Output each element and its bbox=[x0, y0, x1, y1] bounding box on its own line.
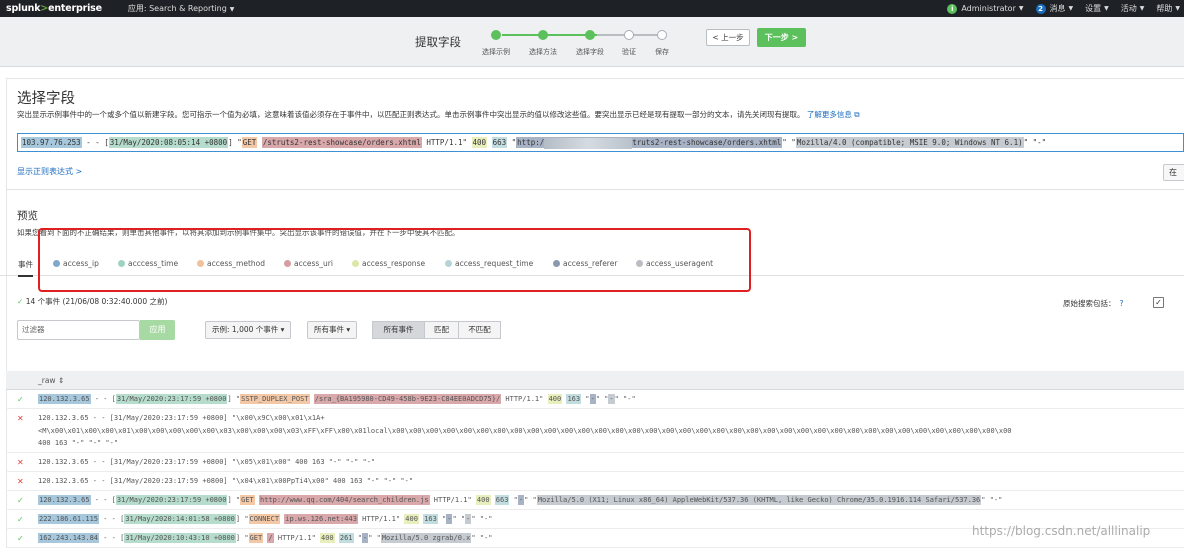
activity-menu[interactable]: 活动 ▼ bbox=[1121, 3, 1145, 14]
raw-search-checkbox[interactable]: ✓ bbox=[1153, 297, 1164, 308]
raw-column-header[interactable]: _raw ⇕ bbox=[6, 371, 1184, 390]
divider bbox=[6, 189, 1184, 190]
chevron-down-icon: ▼ bbox=[1175, 5, 1180, 12]
chevron-down-icon: ▼ bbox=[1018, 5, 1024, 12]
existing-fields-button[interactable]: 在 bbox=[1163, 164, 1184, 181]
raw-event-text: 120.132.3.65 - - [31/May/2020:23:17:59 +… bbox=[38, 495, 1003, 505]
chevron-down-icon: ▼ bbox=[1139, 5, 1145, 12]
chevron-down-icon: ▼ bbox=[1104, 5, 1109, 12]
previous-button[interactable]: < 上一步 bbox=[706, 29, 750, 46]
top-nav-bar: splunk>enterprise 应用: Search & Reporting… bbox=[0, 0, 1184, 17]
raw-event-text: 400 163 "-" "-" "-" bbox=[38, 439, 119, 447]
field-highlight-ip[interactable]: 103.97.76.253 bbox=[21, 137, 82, 148]
raw-event-text: 162.243.143.84 - - [31/May/2020:10:43:10… bbox=[38, 533, 493, 543]
event-count: ✓ 14 个事件 (21/06/08 0:32:40.000 之前) bbox=[17, 297, 168, 306]
annotation-red-box bbox=[38, 228, 751, 292]
wizard-title: 提取字段 bbox=[415, 35, 461, 49]
preview-title: 预览 bbox=[17, 210, 38, 222]
field-highlight-response[interactable]: 400 bbox=[471, 137, 488, 148]
field-highlight-request-time[interactable]: 663 bbox=[491, 137, 508, 148]
help-icon[interactable]: ? bbox=[1120, 299, 1124, 308]
tab-events[interactable]: 事件 bbox=[18, 259, 33, 277]
match-check-icon: ✓ bbox=[17, 496, 24, 505]
next-button[interactable]: 下一步 > bbox=[757, 28, 806, 47]
show-regex-link[interactable]: 显示正则表达式 > bbox=[17, 166, 82, 177]
learn-more-link[interactable]: 了解更多信息 bbox=[807, 110, 852, 119]
table-row[interactable]: ✕ 120.132.3.65 - - [31/May/2020:23:17:59… bbox=[6, 473, 1184, 491]
match-check-icon: ✓ bbox=[17, 534, 24, 543]
step-select-method: 选择方法 bbox=[523, 30, 563, 57]
raw-event-text: 120.132.3.65 - - [31/May/2020:23:17:59 +… bbox=[38, 414, 325, 422]
raw-event-text: 222.186.61.115 - - [31/May/2020:14:01:58… bbox=[38, 514, 493, 524]
raw-event-text: 120.132.3.65 - - [31/May/2020:23:17:59 +… bbox=[38, 477, 414, 485]
table-row[interactable]: ✓ 120.132.3.65 - - [31/May/2020:23:17:59… bbox=[6, 492, 1184, 510]
sample-size-dropdown[interactable]: 示例: 1,000 个事件 ▾ bbox=[205, 321, 292, 339]
messages-menu[interactable]: 2 消息 ▼ bbox=[1035, 3, 1074, 14]
app-menu[interactable]: 应用: Search & Reporting ▼ bbox=[128, 3, 235, 14]
raw-search-label: 原始搜索包括：? bbox=[1063, 299, 1124, 308]
step-select-fields: 选择字段 bbox=[570, 30, 610, 57]
check-icon: ✓ bbox=[17, 297, 24, 306]
nomatch-x-icon: ✕ bbox=[17, 458, 24, 467]
page-title: 选择字段 bbox=[17, 91, 75, 107]
field-highlight-referer[interactable]: http:/truts2-rest-showcase/orders.xhtml bbox=[516, 137, 783, 149]
table-row[interactable]: ✕ 120.132.3.65 - - [31/May/2020:23:17:59… bbox=[6, 454, 1184, 472]
field-highlight-time[interactable]: 31/May/2020:08:05:14 +0800 bbox=[108, 137, 229, 148]
step-save: 保存 bbox=[642, 30, 682, 57]
sample-event-box[interactable]: 103.97.76.253 - - [31/May/2020:08:05:14 … bbox=[17, 133, 1184, 152]
settings-menu[interactable]: 设置 ▼ bbox=[1085, 3, 1109, 14]
health-status-icon: i bbox=[947, 3, 958, 14]
page-description: 突出显示示例事件中的一个或多个值以新建字段。您可指示一个值为必填，这意味着该值必… bbox=[17, 110, 860, 119]
raw-event-text: 120.132.3.65 - - [31/May/2020:23:17:59 +… bbox=[38, 394, 636, 404]
user-menu[interactable]: i Administrator ▼ bbox=[947, 3, 1024, 14]
match-check-icon: ✓ bbox=[17, 395, 24, 404]
splunk-logo[interactable]: splunk>enterprise bbox=[6, 3, 102, 14]
wizard-bar: 提取字段 选择示例 选择方法 选择字段 验证 保存 < 上一步 下一步 > bbox=[0, 17, 1184, 67]
match-check-icon: ✓ bbox=[17, 515, 24, 524]
seg-match[interactable]: 匹配 bbox=[424, 321, 459, 339]
apply-button[interactable]: 应用 bbox=[140, 320, 175, 340]
seg-no-match[interactable]: 不匹配 bbox=[458, 321, 501, 339]
raw-event-text: 120.132.3.65 - - [31/May/2020:23:17:59 +… bbox=[38, 458, 376, 466]
help-menu[interactable]: 帮助 ▼ bbox=[1156, 3, 1180, 14]
external-link-icon: ⧉ bbox=[854, 110, 860, 119]
watermark: https://blog.csdn.net/alllinalip bbox=[972, 524, 1151, 538]
nomatch-x-icon: ✕ bbox=[17, 477, 24, 486]
chevron-down-icon: ▼ bbox=[229, 6, 235, 13]
nomatch-x-icon: ✕ bbox=[17, 414, 24, 423]
field-highlight-useragent[interactable]: Mozilla/4.0 (compatible; MSIE 9.0; Windo… bbox=[795, 137, 1024, 148]
field-highlight-method[interactable]: GET bbox=[241, 137, 258, 148]
chevron-down-icon: ▼ bbox=[1068, 5, 1074, 12]
message-count-badge: 2 bbox=[1035, 3, 1046, 14]
redacted-blur bbox=[544, 137, 633, 149]
table-row[interactable]: ✕ 120.132.3.65 - - [31/May/2020:23:17:59… bbox=[6, 410, 1184, 453]
event-type-dropdown[interactable]: 所有事件 ▾ bbox=[307, 321, 358, 339]
table-row[interactable]: ✓ 120.132.3.65 - - [31/May/2020:23:17:59… bbox=[6, 391, 1184, 409]
step-select-sample: 选择示例 bbox=[476, 30, 516, 57]
filter-input[interactable]: 过滤器 bbox=[17, 320, 140, 340]
seg-all-events[interactable]: 所有事件 bbox=[372, 321, 425, 339]
raw-event-text: <M\x00\x01\x00\x00\x01\x00\x00\x00\x00\x… bbox=[38, 427, 1012, 435]
field-highlight-uri[interactable]: /struts2-rest-showcase/orders.xhtml bbox=[261, 137, 422, 148]
